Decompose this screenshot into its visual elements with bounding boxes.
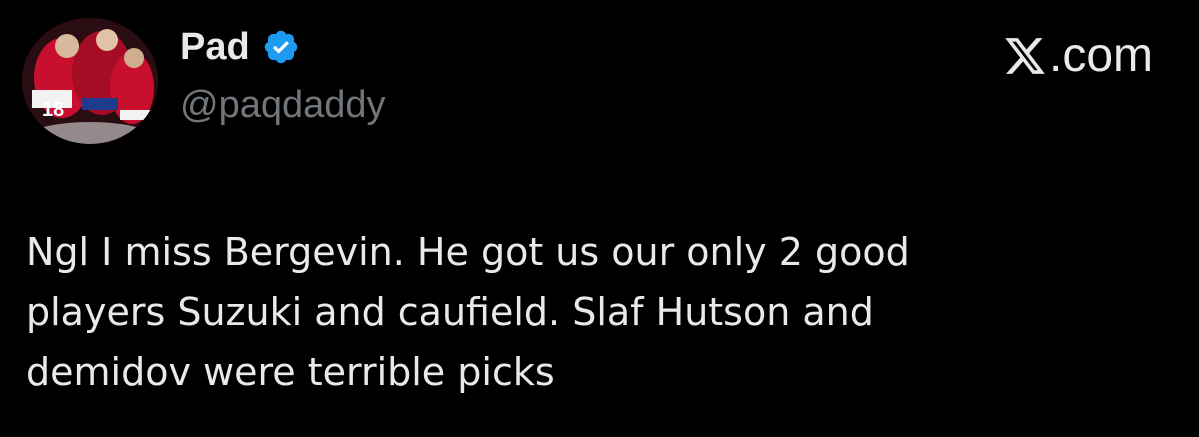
svg-text:18: 18: [42, 99, 64, 121]
avatar[interactable]: 18: [22, 18, 158, 144]
verified-badge-icon: [262, 28, 300, 66]
author-display-name[interactable]: Pad: [180, 24, 250, 70]
x-com-brand: .com: [1003, 28, 1153, 84]
tweet-text: Ngl I miss Bergevin. He got us our only …: [26, 230, 910, 394]
author-name-row: Pad: [180, 24, 300, 70]
x-logo-icon: [1005, 38, 1045, 74]
tweet-card: 18 Pad @paqdaddy .com Ngl I miss Bergevi…: [0, 0, 1199, 437]
brand-domain-text: .com: [1048, 29, 1153, 82]
avatar-image: 18: [22, 18, 158, 144]
author-handle[interactable]: @paqdaddy: [180, 82, 386, 128]
